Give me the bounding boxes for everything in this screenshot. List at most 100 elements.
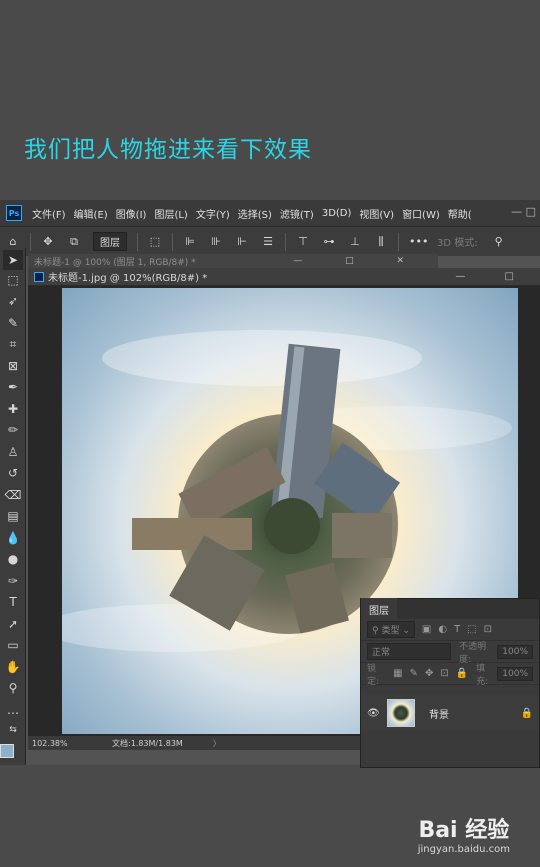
align-right-icon[interactable]: ⊩ <box>235 235 249 249</box>
healing-brush-tool-icon[interactable]: ✚ <box>3 399 23 419</box>
crop-tool-icon[interactable]: ⌗ <box>3 334 23 354</box>
zoom-level[interactable]: 102.38% <box>32 739 102 748</box>
layer-filter-select[interactable]: ⚲ 类型 ⌄ <box>367 621 415 638</box>
lasso-tool-icon[interactable]: ➶ <box>3 291 23 311</box>
menu-3d[interactable]: 3D(D) <box>322 208 352 219</box>
opacity-input[interactable]: 100% <box>497 644 533 659</box>
layer-filter-row: ⚲ 类型 ⌄ ▣ ◐ T ⬚ ⊡ <box>361 619 539 641</box>
filter-adjustment-icon[interactable]: ◐ <box>438 624 447 635</box>
menu-image[interactable]: 图像(I) <box>116 206 147 221</box>
layer-lock-icon[interactable]: 🔒 <box>521 708 533 719</box>
distribute-icon[interactable]: ☰ <box>261 235 275 249</box>
baidu-logo: Bai 经验 <box>418 818 510 843</box>
document-tab-controls[interactable]: — □ ✕ <box>293 256 424 266</box>
separator <box>30 232 31 251</box>
status-menu-arrow[interactable]: 〉 <box>213 738 221 749</box>
align-top-icon[interactable]: ⊤ <box>296 235 310 249</box>
lock-all-icon[interactable]: 🔒 <box>456 668 468 679</box>
move-tool-icon[interactable]: ➤ <box>3 250 23 270</box>
document-title: 未标题-1.jpg @ 102%(RGB/8#) * <box>48 273 208 284</box>
menu-edit[interactable]: 编辑(E) <box>74 206 108 221</box>
blend-mode-select[interactable]: 正常 <box>367 643 452 660</box>
search-icon[interactable]: ⚲ <box>492 235 506 249</box>
building <box>132 518 252 550</box>
ps-logo-icon: Ps <box>6 205 22 221</box>
path-select-tool-icon[interactable]: ➚ <box>3 614 23 634</box>
home-icon[interactable]: ⌂ <box>6 235 20 249</box>
zoom-tool-icon[interactable]: ⚲ <box>3 678 23 698</box>
auto-select-icon[interactable]: ⧉ <box>67 235 81 249</box>
tools-panel: ➤ ⬚ ➶ ✎ ⌗ ⊠ ✒ ✚ ✏ ♙ ↺ ⌫ ▤ 💧 ● ✑ T ➚ ▭ ✋ … <box>0 248 26 765</box>
cloud-swirl <box>102 330 422 386</box>
filter-shape-icon[interactable]: ⬚ <box>467 624 476 635</box>
menu-filter[interactable]: 滤镜(T) <box>280 206 314 221</box>
color-swatches[interactable] <box>0 736 26 765</box>
visibility-eye-icon[interactable]: 👁 <box>367 708 381 719</box>
align-center-icon[interactable]: ⊪ <box>209 235 223 249</box>
blend-row: 正常 不透明度: 100% <box>361 641 539 665</box>
layer-name: 背景 <box>429 709 449 721</box>
separator <box>137 232 138 251</box>
foreground-color-swatch[interactable] <box>0 744 14 758</box>
pen-tool-icon[interactable]: ✑ <box>3 571 23 591</box>
watermark-url: jingyan.baidu.com <box>417 844 510 855</box>
menu-type[interactable]: 文字(Y) <box>196 206 230 221</box>
ps-document-icon <box>34 271 44 282</box>
gradient-tool-icon[interactable]: ▤ <box>3 506 23 526</box>
lock-transparent-icon[interactable]: ▦ <box>393 668 402 679</box>
menu-bar: Ps 文件(F) 编辑(E) 图像(I) 图层(L) 文字(Y) 选择(S) 滤… <box>0 200 540 226</box>
lock-position-icon[interactable]: ✥ <box>425 668 433 679</box>
align-middle-icon[interactable]: ⊶ <box>322 235 336 249</box>
document-tab-background[interactable]: 未标题-1 @ 100% (图层 1, RGB/8#) * — □ ✕ <box>28 254 438 268</box>
lock-label: 锁定: <box>367 663 380 687</box>
eraser-tool-icon[interactable]: ⌫ <box>3 485 23 505</box>
align-bottom-icon[interactable]: ⊥ <box>348 235 362 249</box>
layer-thumbnail <box>387 699 415 727</box>
transform-controls-icon[interactable]: ⬚ <box>148 235 162 249</box>
menu-select[interactable]: 选择(S) <box>238 206 272 221</box>
blur-tool-icon[interactable]: 💧 <box>3 528 23 548</box>
menu-file[interactable]: 文件(F) <box>32 206 66 221</box>
frame-tool-icon[interactable]: ⊠ <box>3 356 23 376</box>
layers-panel: 图层 ⚲ 类型 ⌄ ▣ ◐ T ⬚ ⊡ 正常 不透明度: 100% 锁定: ▦ … <box>360 597 540 768</box>
menu-window[interactable]: 窗口(W) <box>402 206 440 221</box>
more-icon[interactable]: ••• <box>409 235 428 249</box>
layers-panel-tabs: 图层 <box>361 597 539 621</box>
more-tools-icon[interactable]: … <box>3 700 23 720</box>
brush-tool-icon[interactable]: ✏ <box>3 420 23 440</box>
filter-type-icon[interactable]: T <box>454 624 460 635</box>
distribute-vertical-icon[interactable]: ⫼ <box>374 235 388 249</box>
fill-label: 填充: <box>476 663 489 687</box>
tab-layers[interactable]: 图层 <box>361 597 397 621</box>
lock-pixels-icon[interactable]: ✎ <box>410 668 418 679</box>
document-size: 文档:1.83M/1.83M <box>112 738 183 748</box>
align-left-icon[interactable]: ⊫ <box>183 235 197 249</box>
menu-help[interactable]: 帮助( <box>448 206 472 221</box>
eyedropper-tool-icon[interactable]: ✒ <box>3 377 23 397</box>
filter-smart-object-icon[interactable]: ⊡ <box>484 624 492 635</box>
menu-layer[interactable]: 图层(L) <box>154 206 187 221</box>
baidu-watermark: Bai 经验 jingyan.baidu.com <box>418 812 510 855</box>
lock-artboard-icon[interactable]: ⊡ <box>440 668 448 679</box>
move-icon[interactable]: ✥ <box>41 235 55 249</box>
hand-tool-icon[interactable]: ✋ <box>3 657 23 677</box>
quick-select-tool-icon[interactable]: ✎ <box>3 313 23 333</box>
3d-mode-label: 3D 模式: <box>437 238 478 249</box>
marquee-tool-icon[interactable]: ⬚ <box>3 270 23 290</box>
separator <box>398 232 399 251</box>
document-window-titlebar[interactable]: 未标题-1.jpg @ 102%(RGB/8#) * — □ <box>28 268 540 286</box>
layer-select[interactable]: 图层 <box>93 232 127 251</box>
menu-view[interactable]: 视图(V) <box>359 206 394 221</box>
shape-tool-icon[interactable]: ▭ <box>3 635 23 655</box>
fill-input[interactable]: 100% <box>497 666 533 681</box>
window-controls[interactable]: — □ <box>511 205 536 218</box>
layer-row[interactable]: 👁 背景 🔒 <box>361 695 539 731</box>
building <box>332 513 392 558</box>
lock-row: 锁定: ▦ ✎ ✥ ⊡ 🔒 填充: 100% <box>361 663 539 687</box>
history-brush-tool-icon[interactable]: ↺ <box>3 463 23 483</box>
clone-stamp-tool-icon[interactable]: ♙ <box>3 442 23 462</box>
filter-pixel-icon[interactable]: ▣ <box>422 624 431 635</box>
dodge-tool-icon[interactable]: ● <box>3 549 23 569</box>
document-window-controls[interactable]: — □ <box>455 271 532 282</box>
type-tool-icon[interactable]: T <box>3 592 23 612</box>
